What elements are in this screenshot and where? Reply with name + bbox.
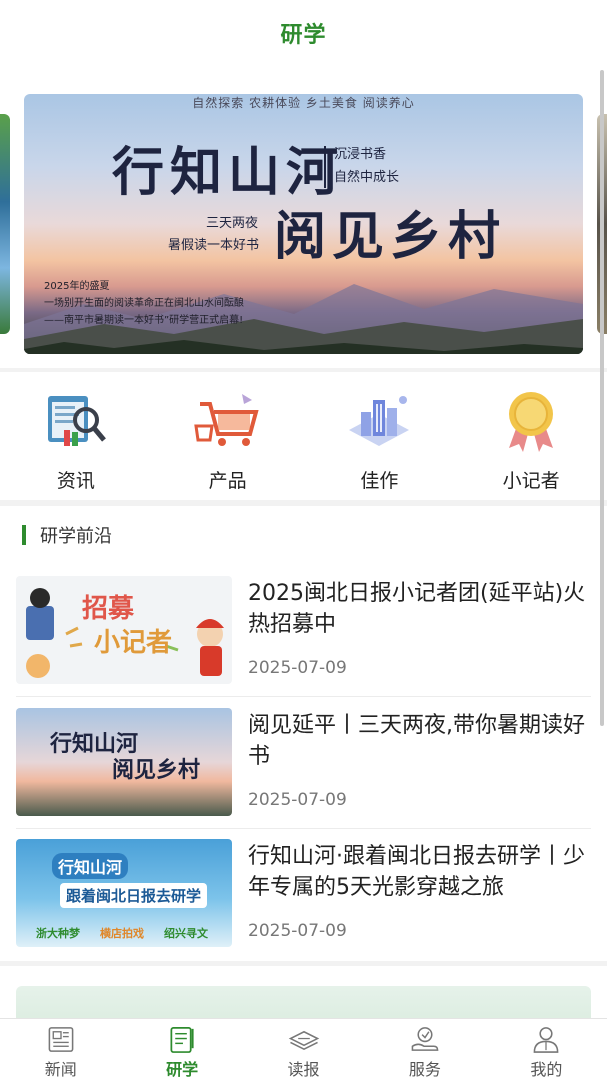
- thumb-text-reporter: 小记者: [94, 628, 173, 658]
- top-header: 研学: [0, 0, 607, 66]
- news-title: 行知山河·跟着闽北日报去研学丨少年专属的5天光影穿越之旅: [248, 844, 585, 900]
- city-buildings-icon: [349, 396, 410, 446]
- shopping-cart-icon: [193, 394, 259, 446]
- banner-bottom-3: ——南平市暑期读一本好书”研学营正式启幕!: [44, 315, 244, 326]
- thumb-text-title: 行知山河: [52, 853, 129, 879]
- thumb-tag-1: 浙大种梦: [36, 927, 80, 940]
- news-thumbnail: 招募 小记者: [16, 576, 232, 684]
- read-paper-icon: [288, 1030, 319, 1051]
- banner-divider: [324, 146, 326, 188]
- news-item[interactable]: 招募 小记者 2025闽北日报小记者团(延平站)火热招募中 2025-07-09: [0, 576, 607, 696]
- banner-side-1: 沉浸书香: [334, 147, 387, 162]
- news-title: 2025闽北日报小记者团(延平站)火热招募中: [248, 581, 586, 637]
- thumb-text-recruit: 招募: [82, 594, 135, 624]
- bottom-tab-bar: 新闻 研学 读报 服务 我的: [0, 1018, 607, 1080]
- news-date: 2025-07-09: [248, 658, 347, 678]
- tab-service[interactable]: 服务: [364, 1019, 485, 1080]
- medal-icon: [509, 392, 554, 452]
- category-label: 小记者: [502, 470, 560, 492]
- category-label: 资讯: [56, 470, 95, 492]
- study-notebook-icon: [170, 1027, 194, 1053]
- study-frontier-section: 研学前沿 招募 小记者 2025闽北日报小记者团(延平站)火热招募中 2025-…: [0, 506, 607, 961]
- news-item[interactable]: 行知山河 跟着闽北日报去研学 浙大种梦 横店拍戏 绍兴寻文 行知山河·跟着闽北日…: [0, 839, 607, 959]
- tab-news[interactable]: 新闻: [0, 1019, 121, 1080]
- thumb-text-title-2: 阅见乡村: [112, 757, 201, 783]
- vertical-scrollbar[interactable]: [600, 70, 604, 726]
- banner-title-2: 阅见乡村: [274, 206, 507, 267]
- news-thumbnail: 行知山河 跟着闽北日报去研学 浙大种梦 横店拍戏 绍兴寻文: [16, 839, 232, 947]
- section-header: 研学前沿: [0, 506, 607, 564]
- banner-prev-slide[interactable]: [0, 114, 10, 334]
- category-label: 产品: [208, 470, 247, 492]
- category-news[interactable]: 资讯: [0, 372, 152, 500]
- section-accent-bar: [22, 525, 26, 545]
- thumb-tag-2: 横店拍戏: [100, 927, 144, 940]
- banner-bottom-2: 一场别开生面的阅读革命正在闽北山水间酝酿: [44, 298, 244, 309]
- category-products[interactable]: 产品: [152, 372, 304, 500]
- banner-slide[interactable]: 自然探索 农耕体验 乡土美食 阅读养心 行知山河 沉浸书香 自然中成长 三天两夜…: [24, 94, 583, 354]
- news-date: 2025-07-09: [248, 921, 347, 941]
- page-title: 研学: [280, 23, 327, 48]
- banner-top-line: 自然探索 农耕体验 乡土美食 阅读养心: [192, 96, 415, 110]
- banner-side-2: 自然中成长: [334, 170, 400, 185]
- tab-label: 研学: [166, 1060, 199, 1079]
- thumb-tag-3: 绍兴寻文: [164, 927, 208, 940]
- banner-mid-2: 暑假读一本好书: [168, 238, 260, 253]
- thumb-text-subtitle: 跟着闽北日报去研学: [60, 883, 208, 908]
- tab-label: 服务: [408, 1060, 441, 1079]
- profile-person-icon: [533, 1027, 559, 1053]
- promo-card-peek[interactable]: [0, 966, 607, 1046]
- category-works[interactable]: 佳作: [304, 372, 456, 500]
- section-title: 研学前沿: [40, 526, 112, 547]
- banner-carousel[interactable]: 自然探索 农耕体验 乡土美食 阅读养心 行知山河 沉浸书香 自然中成长 三天两夜…: [0, 66, 607, 368]
- category-label: 佳作: [360, 470, 399, 492]
- banner-mid-1: 三天两夜: [206, 216, 259, 231]
- news-date: 2025-07-09: [248, 790, 347, 810]
- news-search-icon: [47, 396, 106, 446]
- tab-label: 新闻: [44, 1060, 77, 1079]
- category-reporter[interactable]: 小记者: [455, 372, 607, 500]
- news-item[interactable]: 行知山河 阅见乡村 阅见延平丨三天两夜,带你暑期读好书 2025-07-09: [0, 708, 607, 828]
- tab-read[interactable]: 读报: [243, 1019, 364, 1080]
- tab-label: 我的: [530, 1060, 563, 1079]
- divider: [16, 696, 591, 697]
- tab-mine[interactable]: 我的: [486, 1019, 607, 1080]
- tab-label: 读报: [287, 1060, 320, 1079]
- banner-bottom-1: 2025年的盛夏: [44, 281, 110, 292]
- service-hand-icon: [411, 1027, 439, 1051]
- tab-study[interactable]: 研学: [121, 1019, 242, 1080]
- newspaper-icon: [48, 1027, 74, 1052]
- divider: [16, 828, 591, 829]
- news-title: 阅见延平丨三天两夜,带你暑期读好书: [248, 713, 585, 769]
- category-grid: 资讯 产品 佳作 小记者: [0, 372, 607, 500]
- news-thumbnail: 行知山河 阅见乡村: [16, 708, 232, 816]
